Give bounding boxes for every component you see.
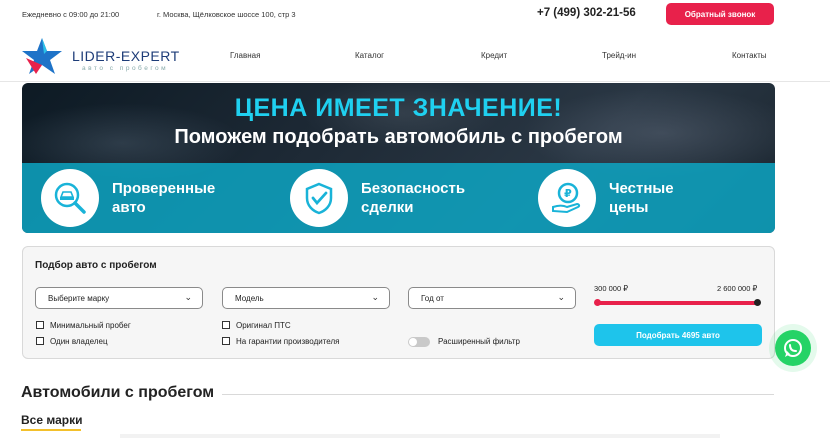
whatsapp-icon (784, 339, 802, 357)
hero-headline: ЦЕНА ИМЕЕТ ЗНАЧЕНИЕ! (234, 94, 563, 122)
section-divider (222, 394, 774, 395)
ruble-hand-icon: ₽ (538, 169, 596, 227)
year-select-value: Год от (421, 294, 444, 303)
nav-item-catalog[interactable]: Каталог (355, 51, 384, 60)
feature-subtitle: сделки (361, 199, 414, 216)
working-hours: Ежедневно с 09:00 до 21:00 (22, 10, 120, 19)
hero-banner[interactable]: ЦЕНА ИМЕЕТ ЗНАЧЕНИЕ! Поможем подобрать а… (22, 83, 775, 233)
price-min-value: 300 000 ₽ (594, 284, 628, 293)
car-filter-panel: Подбор авто с пробегом Выберите марку ⌄ … (22, 246, 775, 359)
tab-all-brands[interactable]: Все марки (21, 413, 82, 427)
checkbox-label: Один владелец (50, 337, 108, 346)
phone-link[interactable]: +7 (499) 302-21-56 (537, 7, 636, 19)
content-placeholder (120, 434, 720, 438)
checkbox-one-owner[interactable]: Один владелец (36, 337, 108, 346)
price-range-track[interactable] (596, 301, 760, 305)
advanced-filter-toggle[interactable] (408, 337, 430, 347)
nav-item-trade-in[interactable]: Трейд-ин (602, 51, 636, 60)
feature-title: Честные (609, 180, 674, 197)
top-bar: Ежедневно с 09:00 до 21:00 г. Москва, Щё… (0, 0, 830, 30)
tab-active-underline (21, 429, 81, 431)
checkbox-box[interactable] (36, 337, 44, 345)
feature-title: Безопасность (361, 180, 466, 197)
callback-button[interactable]: Обратный звонок (666, 3, 774, 25)
hero-subheadline: Поможем подобрать автомобиль с пробегом (174, 126, 623, 148)
feature-title: Проверенные (112, 180, 216, 197)
logo[interactable]: LIDER-EXPERT авто с пробегом (22, 36, 192, 76)
checkbox-box[interactable] (36, 321, 44, 329)
year-select[interactable]: Год от ⌄ (408, 287, 576, 309)
main-nav: LIDER-EXPERT авто с пробегом Главная Кат… (0, 30, 830, 82)
checkbox-manufacturer-warranty[interactable]: На гарантии производителя (222, 337, 339, 346)
checkbox-label: На гарантии производителя (236, 337, 340, 346)
nav-item-contacts[interactable]: Контакты (732, 51, 767, 60)
toggle-knob (409, 338, 417, 346)
car-magnifier-icon (41, 169, 99, 227)
logo-tagline: авто с пробегом (82, 65, 169, 72)
chevron-down-icon: ⌄ (184, 292, 192, 302)
advanced-filter-label: Расширенный фильтр (438, 337, 520, 346)
shield-check-icon (290, 169, 348, 227)
star-logo-icon (22, 38, 62, 74)
chevron-down-icon: ⌄ (557, 292, 565, 302)
filter-title: Подбор авто с пробегом (35, 260, 157, 271)
brand-select[interactable]: Выберите марку ⌄ (35, 287, 203, 309)
model-select[interactable]: Модель ⌄ (222, 287, 390, 309)
nav-item-credit[interactable]: Кредит (481, 51, 507, 60)
section-title: Автомобили с пробегом (21, 384, 215, 401)
feature-subtitle: авто (112, 199, 146, 216)
price-min-handle[interactable] (594, 299, 601, 306)
svg-text:₽: ₽ (564, 187, 572, 200)
checkbox-min-mileage[interactable]: Минимальный пробег (36, 321, 131, 330)
feature-subtitle: цены (609, 199, 649, 216)
nav-item-home[interactable]: Главная (230, 51, 260, 60)
checkbox-label: Минимальный пробег (50, 321, 131, 330)
checkbox-box[interactable] (222, 321, 230, 329)
checkbox-box[interactable] (222, 337, 230, 345)
price-max-handle[interactable] (754, 299, 761, 306)
model-select-value: Модель (235, 294, 264, 303)
logo-brand: LIDER-EXPERT (72, 48, 180, 64)
chevron-down-icon: ⌄ (371, 292, 379, 302)
checkbox-label: Оригинал ПТС (236, 321, 291, 330)
address: г. Москва, Щёлковское шоссе 100, стр 3 (157, 10, 296, 19)
checkbox-original-pts[interactable]: Оригинал ПТС (222, 321, 291, 330)
whatsapp-button[interactable] (775, 330, 811, 366)
search-cars-button[interactable]: Подобрать 4695 авто (594, 324, 762, 346)
price-max-value: 2 600 000 ₽ (717, 284, 758, 293)
brand-select-value: Выберите марку (48, 294, 110, 303)
